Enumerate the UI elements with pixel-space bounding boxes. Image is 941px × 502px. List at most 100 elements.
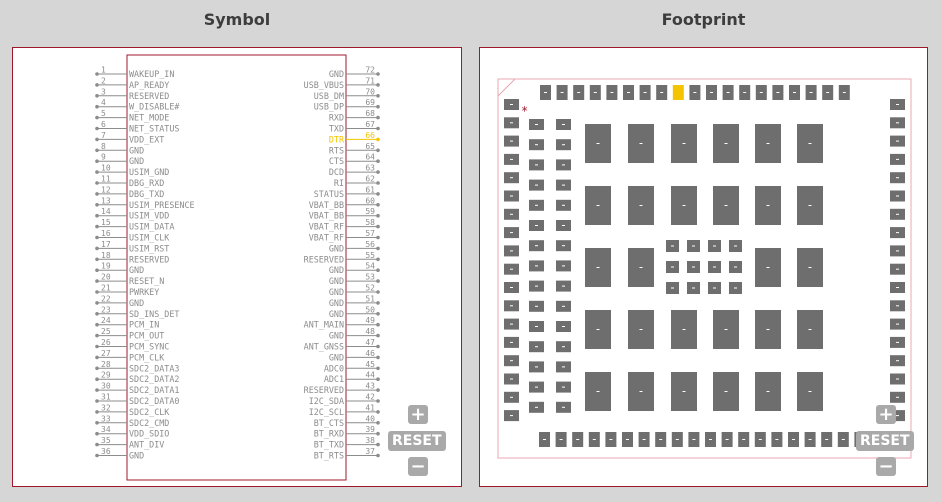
symbol-pin-number: 41 <box>365 403 375 412</box>
pad-dot <box>692 245 695 247</box>
pad-dot <box>562 386 565 388</box>
pad-dot <box>510 268 513 270</box>
symbol-pin-number: 11 <box>101 175 111 184</box>
symbol-pin-number: 18 <box>101 251 111 260</box>
symbol-pin-end <box>376 159 380 163</box>
pad-dot <box>562 184 565 186</box>
symbol-pin-name: DCD <box>329 167 344 177</box>
symbol-pin-number: 67 <box>365 120 375 129</box>
symbol-reset-button[interactable]: RESET <box>388 431 446 451</box>
symbol-pin-name: PCM_CLK <box>129 352 165 362</box>
symbol-pin-name: PCM_SYNC <box>129 342 169 352</box>
symbol-pin-number: 35 <box>101 436 111 445</box>
pad-dot <box>896 360 899 362</box>
pad-dot <box>535 305 538 307</box>
symbol-zoom-out-button[interactable]: − <box>408 457 428 476</box>
symbol-pin-name: VBAT_BB <box>309 200 344 210</box>
symbol-pin-number: 72 <box>365 66 375 75</box>
pad-dot <box>896 378 899 380</box>
symbol-zoom-in-button[interactable]: + <box>408 405 428 424</box>
pad-dot <box>576 439 580 440</box>
pad-dot <box>758 439 762 440</box>
pad-dot <box>713 245 716 247</box>
pad-dot <box>709 439 712 440</box>
symbol-pin-name: RESERVED <box>129 254 169 264</box>
pad-dot <box>562 285 565 287</box>
pad-dot <box>808 205 812 206</box>
symbol-pin-name: ANT_MAIN <box>304 320 344 330</box>
pad-dot <box>808 267 812 268</box>
pad-dot <box>510 177 513 179</box>
symbol-pin-end <box>376 72 380 76</box>
pad-dot <box>510 305 513 307</box>
pad-dot <box>562 204 565 206</box>
pad-dot <box>639 205 643 206</box>
symbol-pin-number: 39 <box>365 425 375 434</box>
symbol-pin-number: 68 <box>365 109 375 118</box>
symbol-pin-end <box>376 246 380 251</box>
symbol-pin-end <box>95 377 99 382</box>
symbol-pin-number: 38 <box>365 436 375 445</box>
pad-dot <box>808 391 812 392</box>
symbol-pin-name: SDC2_DATA2 <box>129 374 179 384</box>
pad-dot <box>809 92 813 93</box>
symbol-pin-number: 43 <box>365 382 375 391</box>
pad-dot <box>766 143 770 144</box>
pad-dot <box>596 329 600 330</box>
symbol-pin-name: SD_INS_DET <box>129 309 179 319</box>
pad-dot <box>639 391 643 392</box>
footprint-viewer[interactable]: * + RESET − <box>479 47 928 487</box>
symbol-pin-end <box>376 83 380 87</box>
symbol-pin-end <box>95 94 99 98</box>
symbol-pin-name: STATUS <box>314 189 344 199</box>
symbol-pin-number: 1 <box>101 66 106 75</box>
symbol-pin-name: VBAT_RF <box>309 233 344 243</box>
symbol-pin-name: DBG_TXD <box>129 189 164 199</box>
symbol-pin-name: PWRKEY <box>129 287 159 297</box>
symbol-pin-end <box>376 126 380 131</box>
pad-dot <box>693 92 697 93</box>
symbol-pin-end <box>95 192 99 196</box>
symbol-pin-name: ADC1 <box>324 374 344 384</box>
symbol-pin-end <box>376 388 380 392</box>
pad-dot <box>724 391 728 392</box>
pad-dot <box>510 213 513 215</box>
symbol-pin-number: 30 <box>101 382 111 391</box>
pad-dot <box>792 439 795 440</box>
symbol-pin-end <box>376 235 380 240</box>
pad-dot <box>659 439 663 440</box>
pad-dot <box>559 439 563 440</box>
symbol-pin-number: 2 <box>101 76 106 85</box>
pad-dot <box>577 92 581 93</box>
pad-dot <box>724 205 728 206</box>
symbol-viewer[interactable]: 1 WAKEUP_IN 2 AP_READY 3 RESERVED 4 W_DISABLE# 5… <box>12 47 462 487</box>
symbol-pin-end <box>95 115 99 120</box>
symbol-pin-end <box>376 224 380 229</box>
symbol-pin-end <box>376 268 380 272</box>
symbol-pin-number: 29 <box>101 371 111 380</box>
symbol-pin-number: 28 <box>101 360 111 369</box>
footprint-zoom-in-button[interactable]: + <box>876 405 896 424</box>
symbol-pin-number: 45 <box>365 360 375 369</box>
pad-dot <box>766 391 770 392</box>
symbol-pin-number: 57 <box>365 229 375 238</box>
symbol-pin-end <box>376 355 380 360</box>
symbol-pin-name: SDC2_DATA3 <box>129 363 179 373</box>
symbol-pin-name: GND <box>329 331 344 341</box>
pad-dot <box>510 323 513 325</box>
pad-dot <box>610 92 614 93</box>
symbol-pin-name: GND <box>329 287 344 297</box>
symbol-pin-name: USIM_DATA <box>129 222 174 232</box>
pad-dot <box>639 329 643 330</box>
footprint-zoom-out-button[interactable]: − <box>876 457 896 476</box>
symbol-pin-end <box>376 213 380 218</box>
symbol-pin-name: GND <box>329 69 344 79</box>
symbol-pin-number: 16 <box>101 229 111 238</box>
pad-dot <box>639 267 643 268</box>
footprint-reset-button[interactable]: RESET <box>856 431 914 451</box>
pad-dot <box>510 341 513 343</box>
symbol-pin-number: 3 <box>101 87 106 96</box>
symbol-pin-number: 49 <box>365 316 375 325</box>
symbol-pin-name: RESET_N <box>129 276 164 286</box>
pin1-marker: * <box>521 104 528 118</box>
